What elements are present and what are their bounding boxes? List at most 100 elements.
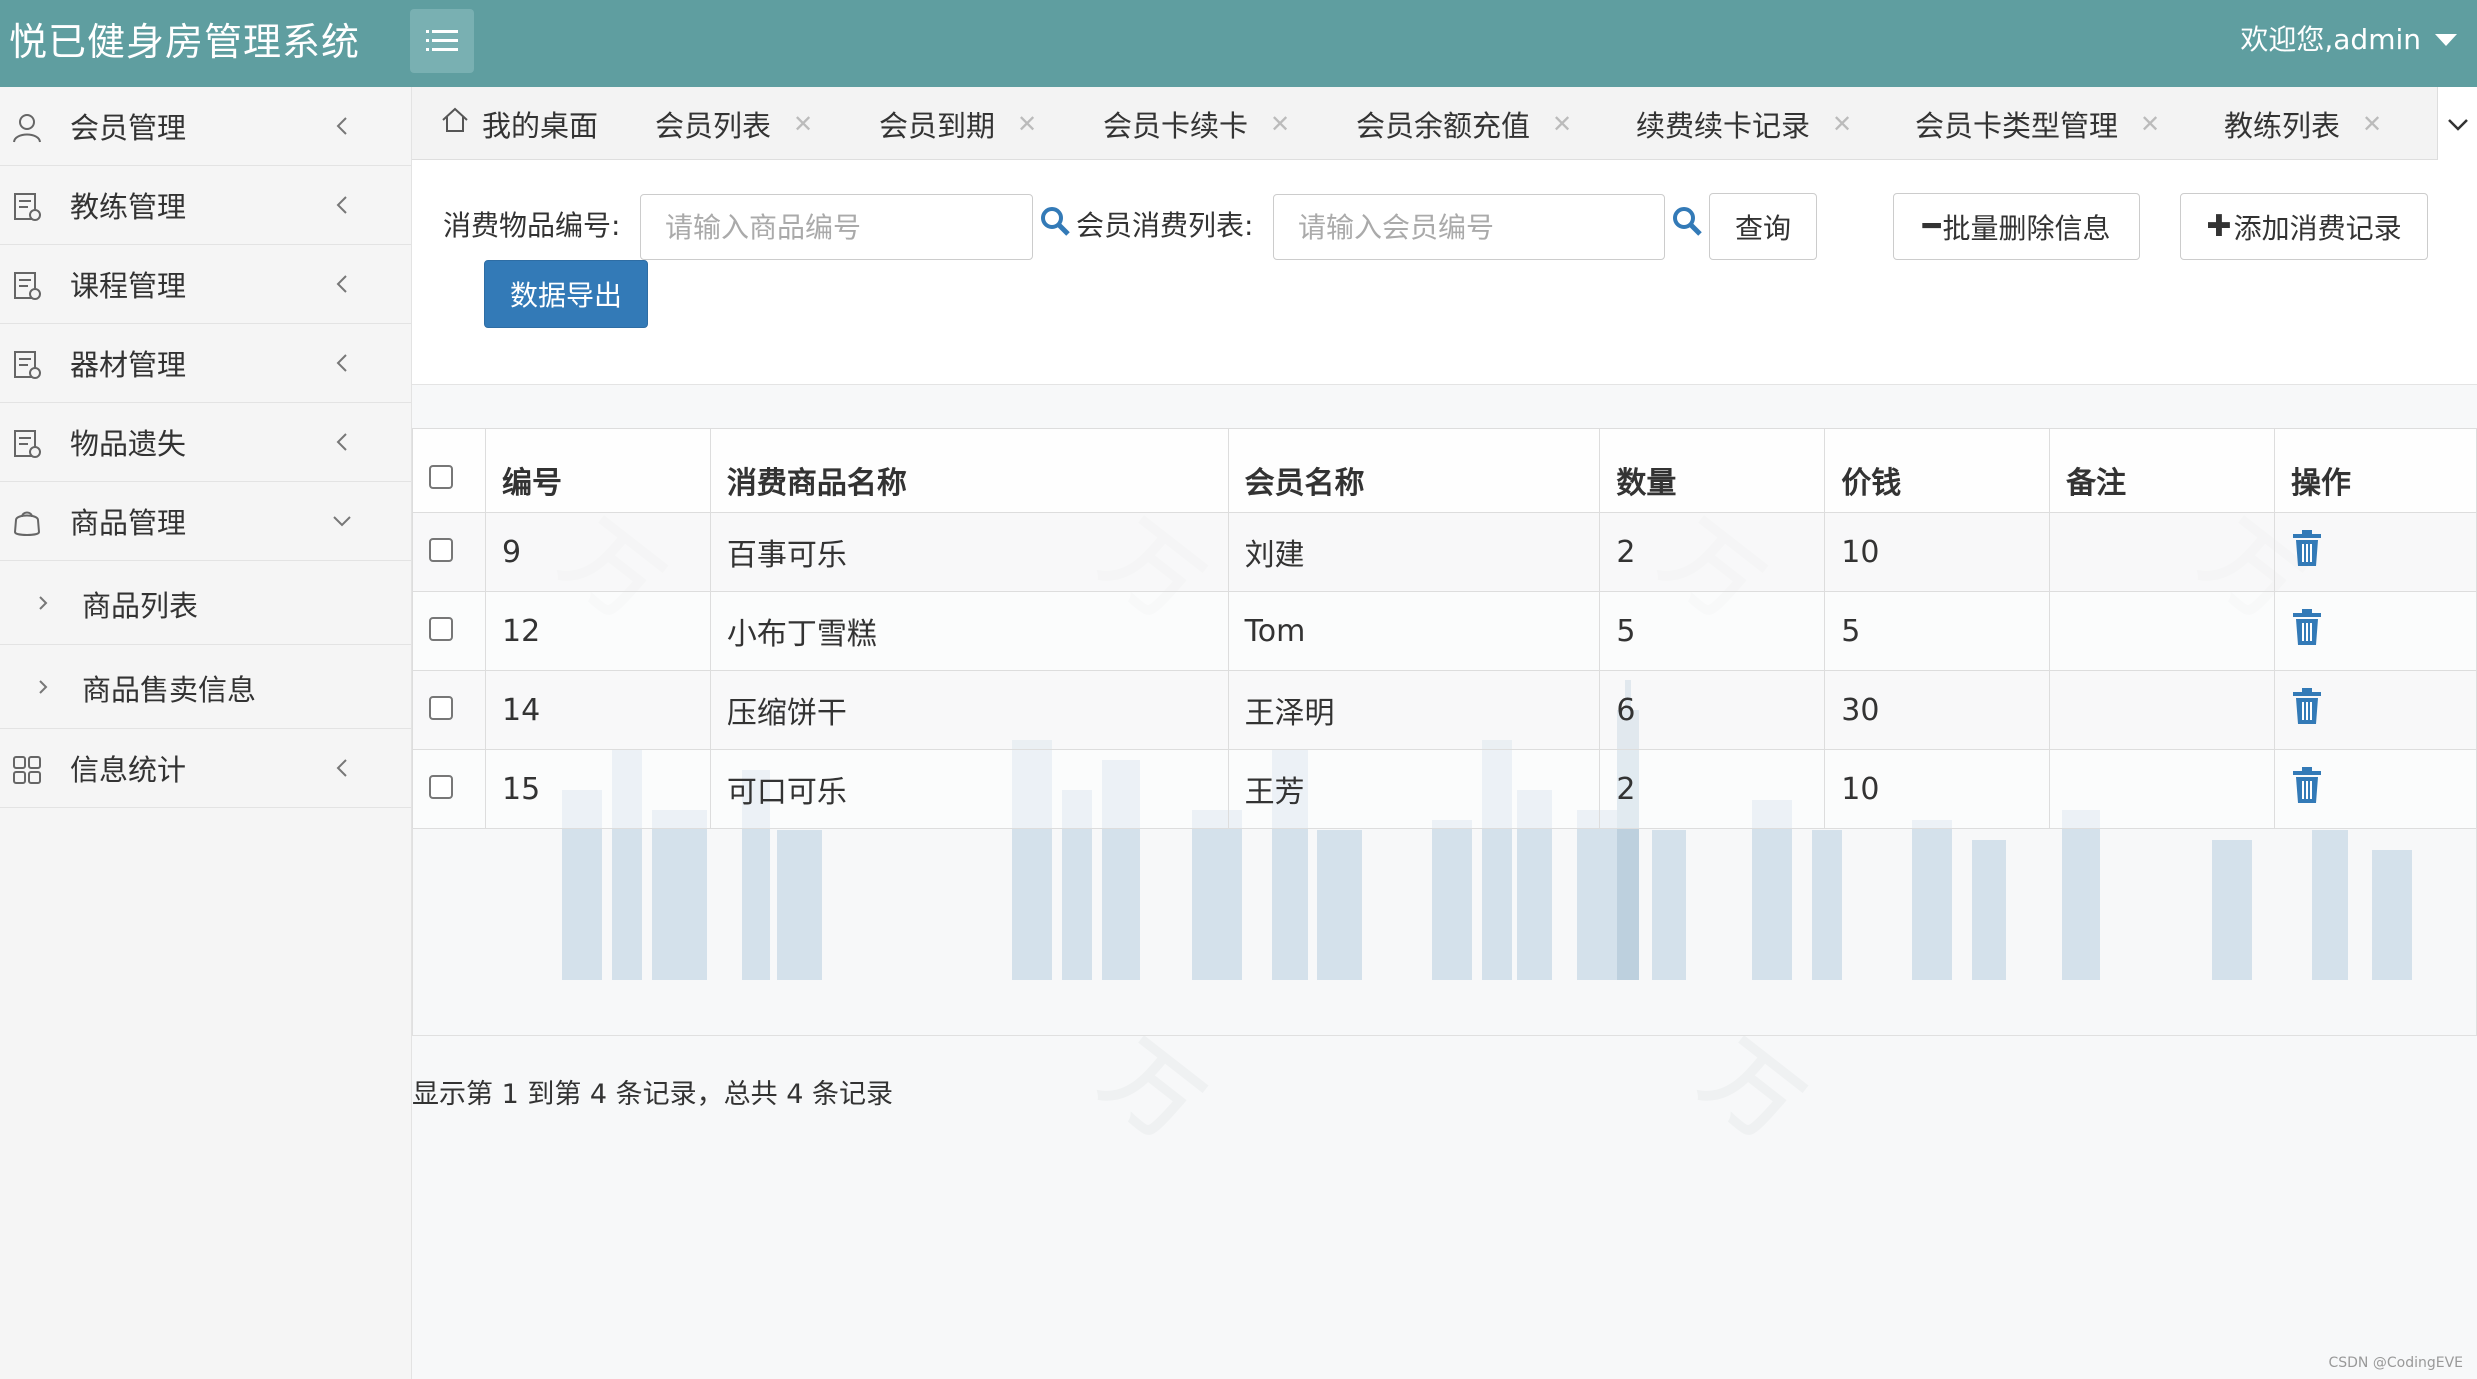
welcome-text: 欢迎您,admin xyxy=(2240,23,2421,56)
select-all-cell xyxy=(412,428,486,513)
document-icon xyxy=(14,430,41,458)
trash-icon[interactable] xyxy=(2291,766,2323,804)
chevron-left-icon xyxy=(336,196,347,214)
cell-id: 9 xyxy=(484,512,711,592)
chevron-right-icon xyxy=(39,680,48,694)
cell-qty: 5 xyxy=(1599,591,1826,671)
export-button[interactable]: 数据导出 xyxy=(484,260,648,328)
sidebar-item-coach[interactable]: 教练管理 xyxy=(0,166,411,245)
column-header[interactable]: 会员名称 xyxy=(1227,428,1601,513)
search-icon[interactable] xyxy=(1040,206,1070,236)
column-header[interactable]: 数量 xyxy=(1599,428,1826,513)
user-menu[interactable]: 欢迎您,admin xyxy=(2240,18,2457,62)
row-checkbox[interactable] xyxy=(429,616,453,641)
chevron-left-icon xyxy=(336,117,347,135)
sidebar-item-member[interactable]: 会员管理 xyxy=(0,87,411,166)
tab-label: 教练列表 xyxy=(2224,108,2341,143)
cell-member: 王泽明 xyxy=(1227,670,1601,750)
member-no-input[interactable] xyxy=(1273,194,1665,260)
tab-renewal-records[interactable]: 续费续卡记录 ✕ xyxy=(1636,87,1852,160)
document-icon xyxy=(14,272,41,300)
column-header[interactable]: 消费商品名称 xyxy=(709,428,1229,513)
cell-note xyxy=(2049,670,2276,750)
cell-id: 15 xyxy=(484,749,711,829)
tab-label: 会员到期 xyxy=(879,108,996,143)
tab-label: 会员列表 xyxy=(655,108,772,143)
tab-member-list[interactable]: 会员列表 ✕ xyxy=(655,87,813,160)
member-label: 会员消费列表: xyxy=(1076,209,1254,242)
tab-member-expiry[interactable]: 会员到期 ✕ xyxy=(879,87,1037,160)
chevron-left-icon xyxy=(336,354,347,372)
sidebar-subitem-sales-info[interactable]: 商品售卖信息 xyxy=(0,645,411,729)
list-icon xyxy=(426,30,458,51)
item-no-label: 消费物品编号: xyxy=(443,209,621,242)
tab-label: 会员卡续卡 xyxy=(1103,108,1249,143)
row-checkbox[interactable] xyxy=(429,537,453,562)
sidebar-item-products[interactable]: 商品管理 xyxy=(0,482,411,561)
add-record-button[interactable]: ✚ 添加消费记录 xyxy=(2180,193,2428,260)
close-icon[interactable]: ✕ xyxy=(1270,110,1290,138)
table-row: 12 小布丁雪糕 Tom 5 5 xyxy=(412,591,2477,671)
menu-toggle-button[interactable] xyxy=(410,9,474,73)
grid-icon xyxy=(13,756,41,784)
tab-card-renewal[interactable]: 会员卡续卡 ✕ xyxy=(1103,87,1290,160)
credit-watermark: CSDN @CodingEVE xyxy=(2328,1355,2463,1371)
close-icon[interactable]: ✕ xyxy=(793,110,813,138)
app-title: 悦已健身房管理系统 xyxy=(9,20,361,64)
cell-note xyxy=(2049,512,2276,592)
tab-card-types[interactable]: 会员卡类型管理 ✕ xyxy=(1915,87,2160,160)
search-icon[interactable] xyxy=(1672,206,1702,236)
query-button-label: 查询 xyxy=(1734,211,1791,245)
close-icon[interactable]: ✕ xyxy=(1832,110,1852,138)
batch-delete-button[interactable]: ━ 批量删除信息 xyxy=(1893,193,2140,260)
cell-product: 百事可乐 xyxy=(709,512,1229,592)
tab-home[interactable]: 我的桌面 xyxy=(440,87,598,160)
tab-balance-recharge[interactable]: 会员余额充值 ✕ xyxy=(1356,87,1572,160)
column-header: 操作 xyxy=(2274,428,2477,513)
chevron-left-icon xyxy=(336,759,347,777)
row-checkbox[interactable] xyxy=(429,774,453,799)
close-icon[interactable]: ✕ xyxy=(1552,110,1572,138)
trash-icon[interactable] xyxy=(2291,608,2323,646)
minus-icon: ━ xyxy=(1922,209,1941,244)
row-select-cell xyxy=(412,591,486,671)
chevron-left-icon xyxy=(336,275,347,293)
sidebar-item-course[interactable]: 课程管理 xyxy=(0,245,411,324)
tabs-more-button[interactable] xyxy=(2437,87,2477,160)
cell-note xyxy=(2049,591,2276,671)
trash-icon[interactable] xyxy=(2291,529,2323,567)
cell-member: Tom xyxy=(1227,591,1601,671)
column-header[interactable]: 编号 xyxy=(484,428,711,513)
trash-icon[interactable] xyxy=(2291,687,2323,725)
query-button[interactable]: 查询 xyxy=(1709,193,1817,260)
row-checkbox[interactable] xyxy=(429,695,453,720)
close-icon[interactable]: ✕ xyxy=(1017,110,1037,138)
column-header[interactable]: 备注 xyxy=(2049,428,2276,513)
chevron-right-icon xyxy=(39,596,48,610)
tab-label: 会员卡类型管理 xyxy=(1915,108,2119,143)
sidebar-item-label: 教练管理 xyxy=(70,190,187,224)
shopping-bag-icon xyxy=(13,511,41,536)
user-icon xyxy=(13,114,41,143)
item-no-input[interactable] xyxy=(640,194,1033,260)
tab-label: 会员余额充值 xyxy=(1356,108,1531,143)
top-header: 悦已健身房管理系统 欢迎您,admin xyxy=(0,0,2477,87)
select-all-checkbox[interactable] xyxy=(429,465,453,489)
sidebar-subitem-product-list[interactable]: 商品列表 xyxy=(0,561,411,645)
tab-coach-list[interactable]: 教练列表 ✕ xyxy=(2224,87,2382,160)
cell-note xyxy=(2049,749,2276,829)
column-header[interactable]: 价钱 xyxy=(1824,428,2051,513)
close-icon[interactable]: ✕ xyxy=(2140,110,2160,138)
sidebar-item-label: 信息统计 xyxy=(70,753,187,787)
close-icon[interactable]: ✕ xyxy=(2362,110,2382,138)
table-header-row: 编号 消费商品名称 会员名称 数量 价钱 备注 操作 xyxy=(412,428,2477,513)
sidebar-item-lost-items[interactable]: 物品遗失 xyxy=(0,403,411,482)
sidebar-item-equipment[interactable]: 器材管理 xyxy=(0,324,411,403)
table-empty-area xyxy=(412,828,2477,1036)
cell-actions xyxy=(2274,670,2477,750)
sidebar-item-label: 课程管理 xyxy=(70,269,187,303)
sidebar-item-statistics[interactable]: 信息统计 xyxy=(0,729,411,808)
cell-id: 12 xyxy=(484,591,711,671)
export-button-label: 数据导出 xyxy=(509,279,622,312)
sidebar: 会员管理 教练管理 课程管理 器材管理 物品遗失 商品管理 商品列表 商品售卖信… xyxy=(0,87,412,1379)
